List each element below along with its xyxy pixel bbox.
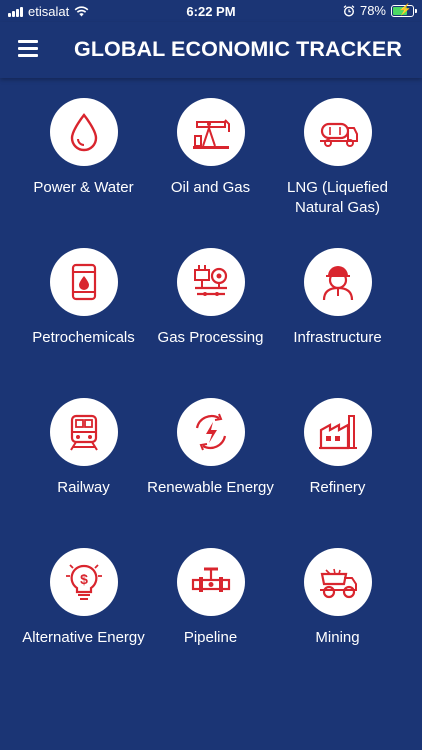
engineer-icon [322,266,353,301]
category-label: Alternative Energy [22,629,145,646]
category-icon-circle[interactable] [303,398,372,466]
train-icon [69,414,98,451]
category-label: Power & Water [33,179,134,196]
category-icon-circle[interactable] [176,548,245,616]
category-icon-circle[interactable] [303,248,372,316]
category-tile[interactable]: Railway [20,398,147,548]
mining-truck-icon [319,568,357,599]
category-label: Petrochemicals [32,329,135,346]
status-bar: etisalat 6:22 PM 78% ⚡ [0,0,422,22]
page-title: GLOBAL ECONOMIC TRACKER [74,37,402,61]
category-label: Railway [57,479,110,496]
category-icon-circle[interactable] [49,98,118,166]
oil-barrel-icon [71,263,96,301]
category-tile[interactable]: Mining [274,548,401,698]
category-label: Infrastructure [293,329,382,346]
category-icon-circle[interactable] [303,98,372,166]
category-tile[interactable]: Gas Processing [147,248,274,398]
category-icon-circle[interactable] [303,548,372,616]
category-label: LNG (Liquefied Natural Gas) [287,179,388,216]
oil-pump-icon [192,119,230,149]
category-icon-circle[interactable] [176,398,245,466]
category-icon-circle[interactable] [49,398,118,466]
dollar-bulb-icon: $ [65,564,102,600]
pipeline-icon [191,567,230,592]
category-tile[interactable]: Oil and Gas [147,98,274,248]
status-right: 78% ⚡ [343,3,417,18]
category-tile[interactable]: Petrochemicals [20,248,147,398]
app-header: GLOBAL ECONOMIC TRACKER [0,22,422,78]
category-icon-circle[interactable]: $ [49,548,118,616]
category-tile[interactable]: Power & Water [20,98,147,248]
category-icon-circle[interactable] [49,248,118,316]
battery-percent: 78% [359,3,386,18]
category-label: Oil and Gas [170,179,251,196]
category-label: Gas Processing [157,329,264,346]
factory-icon [318,415,357,450]
category-tile[interactable]: Infrastructure [274,248,401,398]
hamburger-menu-icon[interactable] [18,40,40,58]
battery-icon: ⚡ [391,4,417,17]
svg-text:$: $ [80,571,88,587]
category-label: Renewable Energy [147,479,274,496]
category-icon-circle[interactable] [176,98,245,166]
alarm-icon [343,4,355,17]
category-tile[interactable]: Renewable Energy [147,398,274,548]
category-tile[interactable]: LNG (Liquefied Natural Gas) [274,98,401,248]
gas-processing-icon [193,265,227,296]
category-label: Refinery [309,479,366,496]
category-label: Pipeline [183,629,238,646]
renewable-energy-icon [195,413,226,451]
category-tile[interactable]: $ Alternative Energy [20,548,147,698]
tanker-truck-icon [319,122,358,147]
category-label: Mining [315,629,360,646]
category-tile[interactable]: Pipeline [147,548,274,698]
category-tile[interactable]: Refinery [274,398,401,548]
category-grid: Power & Water Oil and Gas LNG (Liquefied N… [20,98,402,698]
water-drop-icon [70,113,97,152]
category-icon-circle[interactable] [176,248,245,316]
